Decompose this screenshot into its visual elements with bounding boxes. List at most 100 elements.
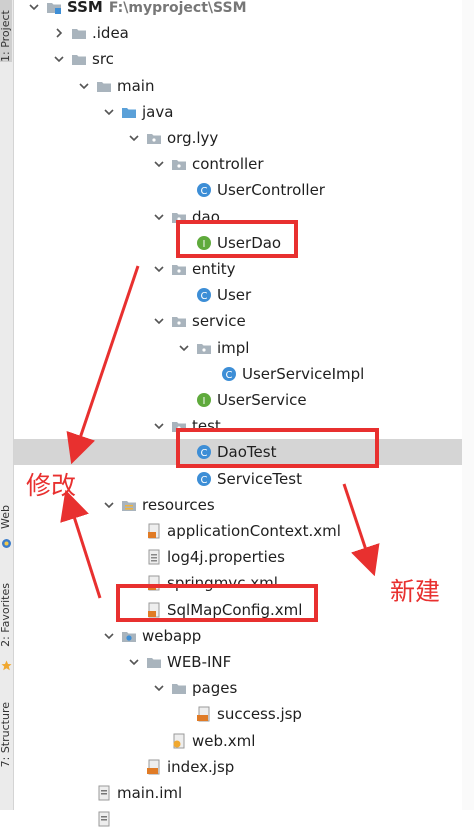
package-icon [172,317,186,328]
tree-item-label: WEB-INF [167,653,232,671]
tree-item-label: resources [142,495,215,514]
class-icon: C [197,471,211,486]
tree-item-label: success.jsp [217,705,302,724]
tree-row[interactable]: entity [14,256,474,282]
highlight-sqlmapconfig [116,584,318,622]
resource-folder-icon [122,500,136,511]
chevron-down-icon[interactable] [154,683,164,693]
tree-item-label: UserService [217,391,307,409]
project-tree[interactable]: SSM F:\myproject\SSM .idea src main java org.l… [14,0,474,827]
svg-text:I: I [203,396,206,407]
folder-icon [147,658,161,668]
tree-row[interactable]: resources [14,492,474,518]
tree-item-label: UserController [217,181,325,200]
properties-icon [148,549,160,565]
tree-row[interactable]: C ServiceTest [14,466,474,492]
chevron-down-icon[interactable] [104,631,114,641]
tree-row[interactable]: WEB-INF [14,649,474,675]
tree-item-label: java [142,102,174,121]
tree-row[interactable]: C UserServiceImpl [14,361,474,387]
tree-row[interactable]: applicationContext.xml [14,518,474,544]
package-icon [147,134,161,144]
xml-icon [148,523,160,539]
tree-row[interactable]: controller [14,151,474,177]
web-tab[interactable]: Web [0,505,12,529]
package-icon [172,160,186,171]
class-icon: C [222,366,236,381]
tree-row[interactable]: webapp [14,623,474,649]
chevron-down-icon[interactable] [104,500,114,510]
chevron-down-icon[interactable] [179,343,189,353]
chevron-down-icon[interactable] [129,657,139,667]
chevron-down-icon[interactable] [154,421,164,431]
svg-text:C: C [201,186,208,197]
structure-tab[interactable]: 7: Structure [0,702,12,767]
chevron-down-icon[interactable] [154,316,164,326]
chevron-down-icon[interactable] [154,264,164,274]
tree-item-label: impl [217,338,250,357]
tree-item-label: ServiceTest [217,469,302,488]
chevron-down-icon[interactable] [154,159,164,169]
tree-row[interactable]: java [14,99,474,125]
highlight-daotest [176,428,379,468]
iml-icon [98,785,110,801]
tree-row[interactable]: log4j.properties [14,544,474,570]
tree-row[interactable]: pages [14,675,474,701]
tree-row[interactable]: success.jsp [14,701,474,727]
webxml-icon [173,733,185,749]
favorites-tab[interactable]: 2: Favorites [0,583,12,647]
chevron-down-icon[interactable] [29,2,39,12]
tree-row[interactable]: src [14,46,474,72]
tree-row[interactable]: index.jsp [14,754,474,780]
tree-item-label: User [217,286,252,305]
chevron-down-icon[interactable] [104,107,114,117]
annotation-create: 新建 [390,577,441,606]
tree-row[interactable]: main [14,73,474,99]
tree-row[interactable]: org.lyy [14,125,474,151]
chevron-down-icon[interactable] [154,212,164,222]
project-path: F:\myproject\SSM [108,0,247,16]
tree-row[interactable]: SSM F:\myproject\SSM [14,0,474,20]
tree-item-label: main.iml [117,784,183,802]
class-icon: C [197,183,211,198]
tree-row[interactable]: impl [14,335,474,361]
tree-row[interactable]: C User [14,282,474,308]
web-folder-icon [122,631,136,642]
project-tab[interactable]: 1: Project [0,0,12,62]
class-icon: C [197,288,211,303]
jsp-icon [197,706,210,722]
chevron-down-icon[interactable] [129,133,139,143]
folder-icon [172,684,186,695]
annotation-modify: 修改 [26,471,77,500]
tree-row[interactable]: .idea [14,20,474,46]
interface-icon: I [197,393,211,407]
svg-text:C: C [201,291,208,302]
iml-icon [98,811,110,827]
tree-row[interactable] [14,806,474,832]
folder-icon [72,29,86,40]
tree-row[interactable]: web.xml [14,728,474,754]
tree-item-label: log4j.properties [167,548,285,567]
tree-row[interactable]: main.iml [14,780,474,806]
chevron-down-icon[interactable] [79,81,89,91]
source-folder-icon [122,107,136,118]
tool-window-strip: 1: Project Web 2: Favorites 7: Structure [0,0,14,810]
folder-icon [72,55,86,66]
tree-item-label: .idea [92,24,129,43]
tree-row[interactable]: service [14,308,474,334]
chevron-right-icon[interactable] [54,28,64,38]
star-icon [1,660,12,671]
tree-item-label: service [192,312,246,331]
highlight-userdao [176,220,298,258]
svg-text:C: C [226,370,233,381]
tree-row[interactable]: I UserService [14,387,474,413]
tree-item-label: controller [192,155,264,174]
jsp-icon [147,759,160,775]
tree-item-label: webapp [142,626,202,645]
scrollbar[interactable] [462,0,474,810]
tree-item-label: index.jsp [167,757,235,776]
chevron-down-icon[interactable] [54,54,64,64]
tree-item-label: entity [192,260,236,278]
tree-item-label: UserServiceImpl [242,364,365,383]
tree-row[interactable]: C UserController [14,177,474,203]
